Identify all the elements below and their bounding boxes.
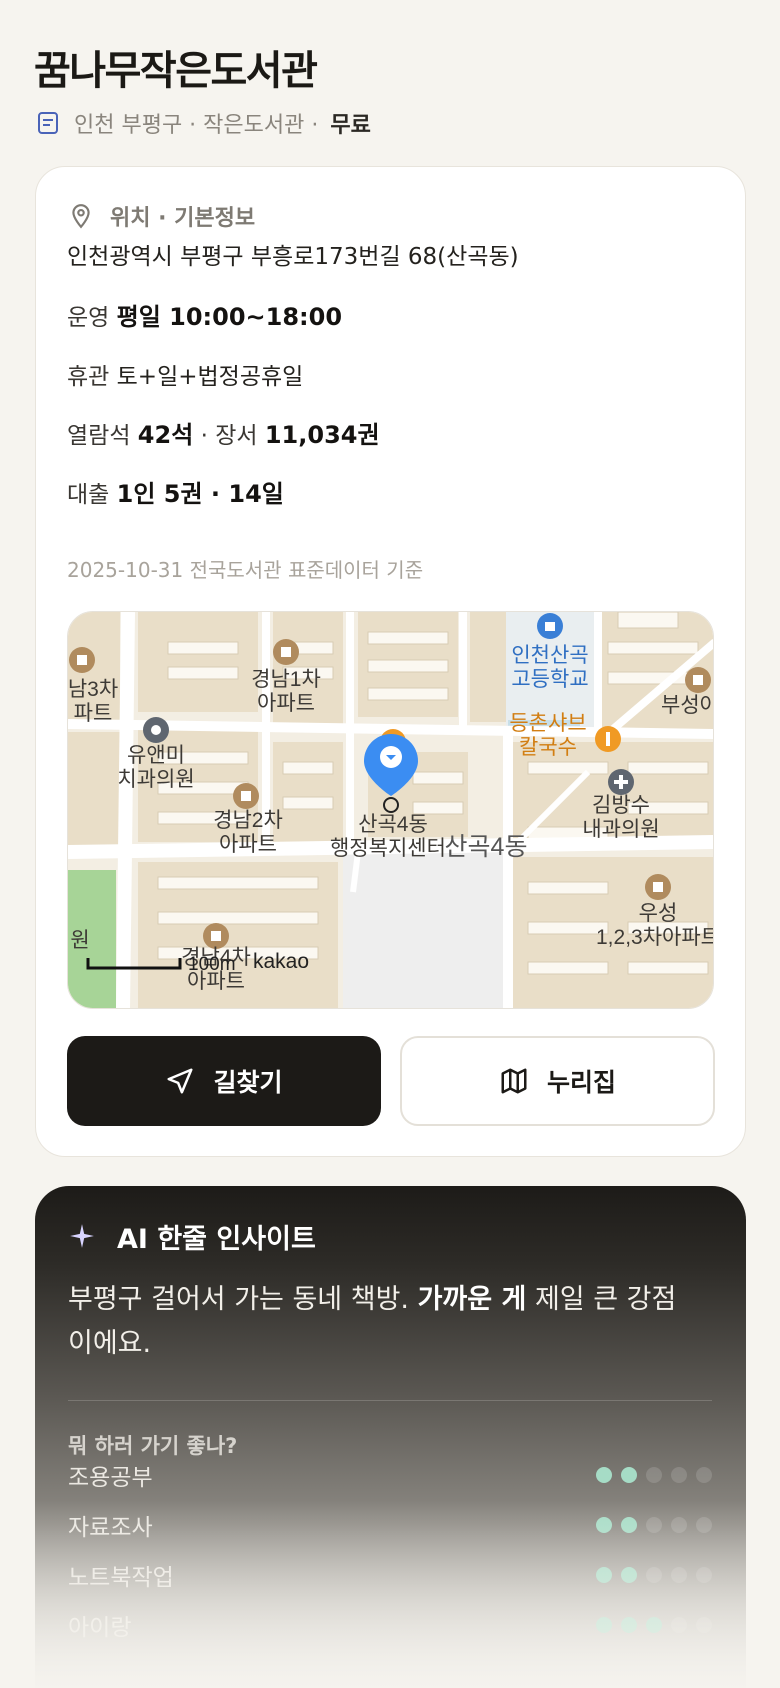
ai-insight-title: AI 한줄 인사이트 bbox=[117, 1223, 316, 1255]
score-dot-filled bbox=[646, 1617, 662, 1633]
document-icon bbox=[36, 111, 60, 135]
directions-button[interactable]: 길찾기 bbox=[67, 1036, 381, 1126]
map-label-dental: 유앤미 치과의원 bbox=[117, 744, 194, 791]
closed-label: 휴관 bbox=[67, 364, 110, 390]
activity-score-dots bbox=[596, 1517, 712, 1533]
map-brand: kakao bbox=[253, 950, 309, 973]
map-label-buseong: 부성아 bbox=[661, 694, 714, 717]
books-label: · 장서 bbox=[200, 423, 258, 449]
map-label-clinic: 김방수 내과의원 bbox=[582, 794, 659, 841]
ai-insight-header: AI 한줄 인사이트 bbox=[69, 1216, 316, 1256]
score-dot-empty bbox=[646, 1567, 662, 1583]
ai-insight-card: AI 한줄 인사이트 부평구 걸어서 가는 동네 책방. 가까운 게 제일 큰 … bbox=[35, 1186, 746, 1688]
map-label-gyeongnam1: 경남1차 아파트 bbox=[251, 668, 321, 715]
score-dot-filled bbox=[596, 1467, 612, 1483]
map-scale-label: 100m bbox=[188, 954, 236, 975]
sparkle-icon bbox=[69, 1223, 95, 1249]
score-dot-empty bbox=[671, 1467, 687, 1483]
hours-label: 운영 bbox=[67, 305, 110, 331]
ai-insight-text: 부평구 걸어서 가는 동네 책방. 가까운 게 제일 큰 강점이에요. bbox=[68, 1278, 688, 1366]
page-title: 꿈나무작은도서관 bbox=[34, 48, 318, 94]
library-meta: 인천 부평구 · 작은도서관 · 무료 bbox=[36, 106, 371, 140]
activity-name: 자료조사 bbox=[68, 1515, 153, 1541]
fee-badge: 무료 bbox=[330, 113, 371, 138]
activity-name: 아이랑 bbox=[68, 1615, 132, 1641]
location-map[interactable]: 경남1차 아파트 경남2차 아파트 남3차 파트 경남4차 아파트 유앤미 치과의원 김방… bbox=[67, 611, 714, 1009]
map-label-gyeongnam2: 경남2차 아파트 bbox=[213, 809, 283, 856]
score-dot-filled bbox=[621, 1517, 637, 1533]
activity-question: 뭐 하러 가기 좋나? bbox=[68, 1434, 238, 1458]
score-dot-filled bbox=[621, 1567, 637, 1583]
map-label-gyeongnam3: 남3차 파트 bbox=[68, 678, 118, 725]
activity-name: 조용공부 bbox=[68, 1465, 153, 1491]
score-dot-empty bbox=[646, 1467, 662, 1483]
address-text: 인천광역시 부평구 부흥로173번길 68(산곡동) bbox=[67, 244, 519, 270]
info-section-header: 위치 · 기본정보 bbox=[68, 199, 255, 233]
closed-row: 휴관 토+일+법정공휴일 bbox=[67, 357, 303, 391]
activity-row: 아이랑 bbox=[68, 1608, 712, 1642]
score-dot-empty bbox=[696, 1467, 712, 1483]
data-source-note: 2025-10-31 전국도서관 표준데이터 기준 bbox=[67, 558, 424, 582]
activity-row: 노트북작업 bbox=[68, 1558, 712, 1592]
map-fold-icon bbox=[499, 1066, 529, 1096]
navigation-arrow-icon bbox=[165, 1066, 195, 1096]
seats-value: 42석 bbox=[137, 421, 194, 449]
score-dot-filled bbox=[596, 1617, 612, 1633]
score-dot-empty bbox=[671, 1617, 687, 1633]
map-label-district: 산곡4동 bbox=[445, 833, 528, 861]
activity-row: 조용공부 bbox=[68, 1458, 712, 1492]
location-pin-icon bbox=[68, 203, 94, 229]
info-card: 위치 · 기본정보 인천광역시 부평구 부흥로173번길 68(산곡동) 운영 … bbox=[35, 166, 746, 1157]
loan-label: 대출 bbox=[67, 482, 110, 508]
books-value: 11,034권 bbox=[264, 421, 380, 449]
homepage-button[interactable]: 누리집 bbox=[400, 1036, 715, 1126]
score-dot-filled bbox=[596, 1517, 612, 1533]
map-label-school: 인천산곡 고등학교 bbox=[511, 644, 588, 691]
map-label-restaurant: 등촌샤브 칼국수 bbox=[509, 712, 586, 759]
score-dot-empty bbox=[696, 1517, 712, 1533]
score-dot-filled bbox=[596, 1567, 612, 1583]
closed-value: 토+일+법정공휴일 bbox=[116, 364, 304, 390]
score-dot-filled bbox=[621, 1467, 637, 1483]
activity-name: 노트북작업 bbox=[68, 1565, 174, 1591]
score-dot-empty bbox=[696, 1617, 712, 1633]
activity-score-dots bbox=[596, 1567, 712, 1583]
map-label-park: 원 bbox=[70, 929, 89, 952]
capacity-row: 열람석 42석 · 장서 11,034권 bbox=[67, 415, 380, 450]
score-dot-filled bbox=[621, 1617, 637, 1633]
score-dot-empty bbox=[646, 1517, 662, 1533]
loan-value: 1인 5권 · 14일 bbox=[116, 480, 284, 508]
activity-score-dots bbox=[596, 1467, 712, 1483]
activity-row: 자료조사 bbox=[68, 1508, 712, 1542]
library-detail-page: 꿈나무작은도서관 인천 부평구 · 작은도서관 · 무료 위치 · 기본정보 인… bbox=[0, 0, 780, 1688]
score-dot-empty bbox=[671, 1517, 687, 1533]
info-section-title: 위치 · 기본정보 bbox=[110, 206, 256, 231]
directions-label: 길찾기 bbox=[213, 1068, 283, 1097]
hours-row: 운영 평일 10:00~18:00 bbox=[67, 297, 342, 332]
score-dot-empty bbox=[671, 1567, 687, 1583]
score-dot-empty bbox=[696, 1567, 712, 1583]
region-type-text: 인천 부평구 · 작은도서관 · bbox=[74, 113, 319, 138]
ai-text-highlight: 가까운 게 bbox=[417, 1284, 527, 1315]
homepage-label: 누리집 bbox=[546, 1068, 616, 1097]
hours-value: 평일 10:00~18:00 bbox=[116, 303, 343, 331]
activity-score-dots bbox=[596, 1617, 712, 1633]
ai-text-prefix: 부평구 걸어서 가는 동네 책방. bbox=[68, 1284, 409, 1315]
divider bbox=[68, 1400, 712, 1401]
loan-row: 대출 1인 5권 · 14일 bbox=[67, 474, 284, 509]
seats-label: 열람석 bbox=[67, 423, 131, 449]
